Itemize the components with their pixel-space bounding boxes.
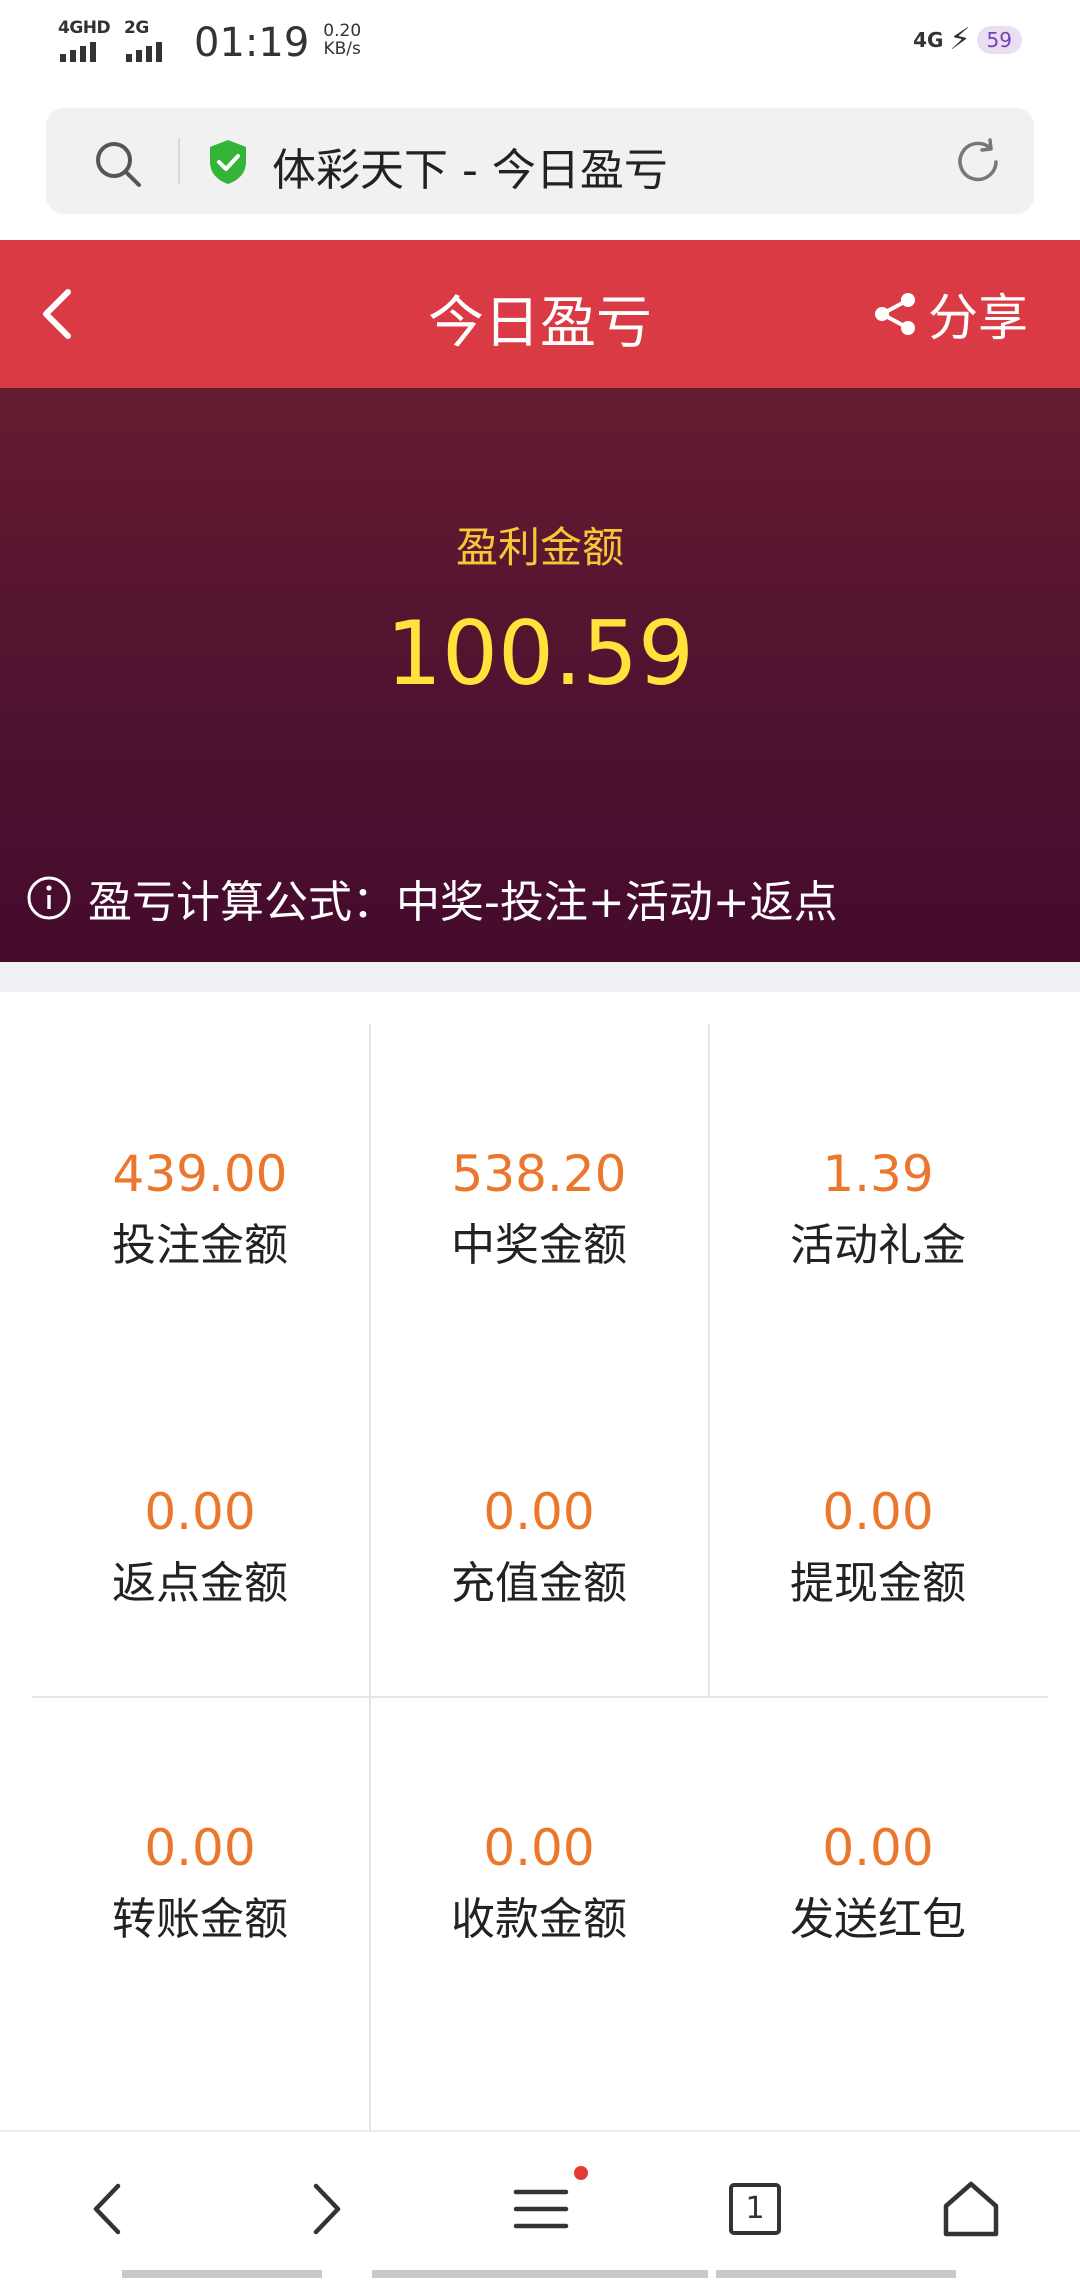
url-title[interactable]: 体彩天下 - 今日盈亏 xyxy=(272,134,668,198)
formula-note: 盈亏计算公式：中奖-投注+活动+返点 xyxy=(26,866,838,930)
status-bar: 4GHD 2G 01:19 0.20 KB/s 4G ⚡ 59 xyxy=(0,0,1080,90)
gesture-bar-center xyxy=(372,2270,708,2278)
gesture-bar-right xyxy=(716,2270,956,2278)
stat-rebate-amount: 0.00 返点金额 xyxy=(112,1483,288,1609)
nav-home-icon[interactable] xyxy=(936,2174,1006,2244)
stats-grid: 439.00 投注金额 538.20 中奖金额 1.39 活动礼金 0.00 返… xyxy=(0,992,1080,2130)
network-speed: 0.20 KB/s xyxy=(323,21,362,59)
nav-menu-button[interactable] xyxy=(506,2166,588,2244)
status-time: 01:19 xyxy=(194,20,310,66)
nav-back-icon[interactable] xyxy=(74,2174,144,2244)
browser-address-bar[interactable]: 体彩天下 - 今日盈亏 xyxy=(46,108,1034,214)
share-icon xyxy=(875,293,915,335)
stat-bet-amount: 439.00 投注金额 xyxy=(112,1145,288,1271)
nav-tabs-button[interactable]: 1 xyxy=(728,2182,782,2236)
secure-shield-icon xyxy=(210,140,246,184)
grid-divider-h1 xyxy=(32,1696,1048,1698)
url-divider xyxy=(178,138,180,184)
tab-count: 1 xyxy=(745,2191,765,2226)
reload-icon[interactable] xyxy=(952,136,1004,188)
info-icon xyxy=(27,876,71,920)
profit-label: 盈利金额 xyxy=(455,523,624,572)
profit-summary: 盈利金额 100.59 盈亏计算公式：中奖-投注+活动+返点 xyxy=(0,388,1080,962)
section-divider xyxy=(0,962,1080,992)
share-button[interactable]: 分享 xyxy=(872,278,1028,350)
profit-amount: 100.59 xyxy=(386,602,694,705)
app-header: 今日盈亏 分享 xyxy=(0,240,1080,388)
signal-icon-1: 4GHD xyxy=(58,18,114,62)
stat-win-amount: 538.20 中奖金额 xyxy=(451,1145,627,1271)
gesture-bar-left xyxy=(122,2270,322,2278)
stat-withdraw-amount: 0.00 提现金额 xyxy=(790,1483,966,1609)
network-type-2: 2G xyxy=(124,18,149,38)
stat-red-packet: 0.00 发送红包 xyxy=(790,1819,966,1945)
nav-forward-icon[interactable] xyxy=(290,2174,360,2244)
formula-text: 盈亏计算公式：中奖-投注+活动+返点 xyxy=(88,877,838,928)
menu-icon xyxy=(513,2189,569,2229)
share-label: 分享 xyxy=(928,289,1028,347)
stat-transfer-amount: 0.00 转账金额 xyxy=(112,1819,288,1945)
stat-activity-bonus: 1.39 活动礼金 xyxy=(790,1145,966,1271)
browser-bottom-nav: 1 xyxy=(0,2130,1080,2282)
signal-icon-2: 2G xyxy=(124,18,180,62)
stat-receive-amount: 0.00 收款金额 xyxy=(451,1819,627,1945)
notification-dot xyxy=(574,2166,588,2180)
search-icon[interactable] xyxy=(92,138,144,190)
network-type-right: 4G xyxy=(913,27,944,52)
network-type-1: 4GHD xyxy=(58,18,111,38)
charging-icon: ⚡ xyxy=(949,22,971,57)
battery-level: 59 xyxy=(976,25,1022,54)
stat-deposit-amount: 0.00 充值金额 xyxy=(451,1483,627,1609)
